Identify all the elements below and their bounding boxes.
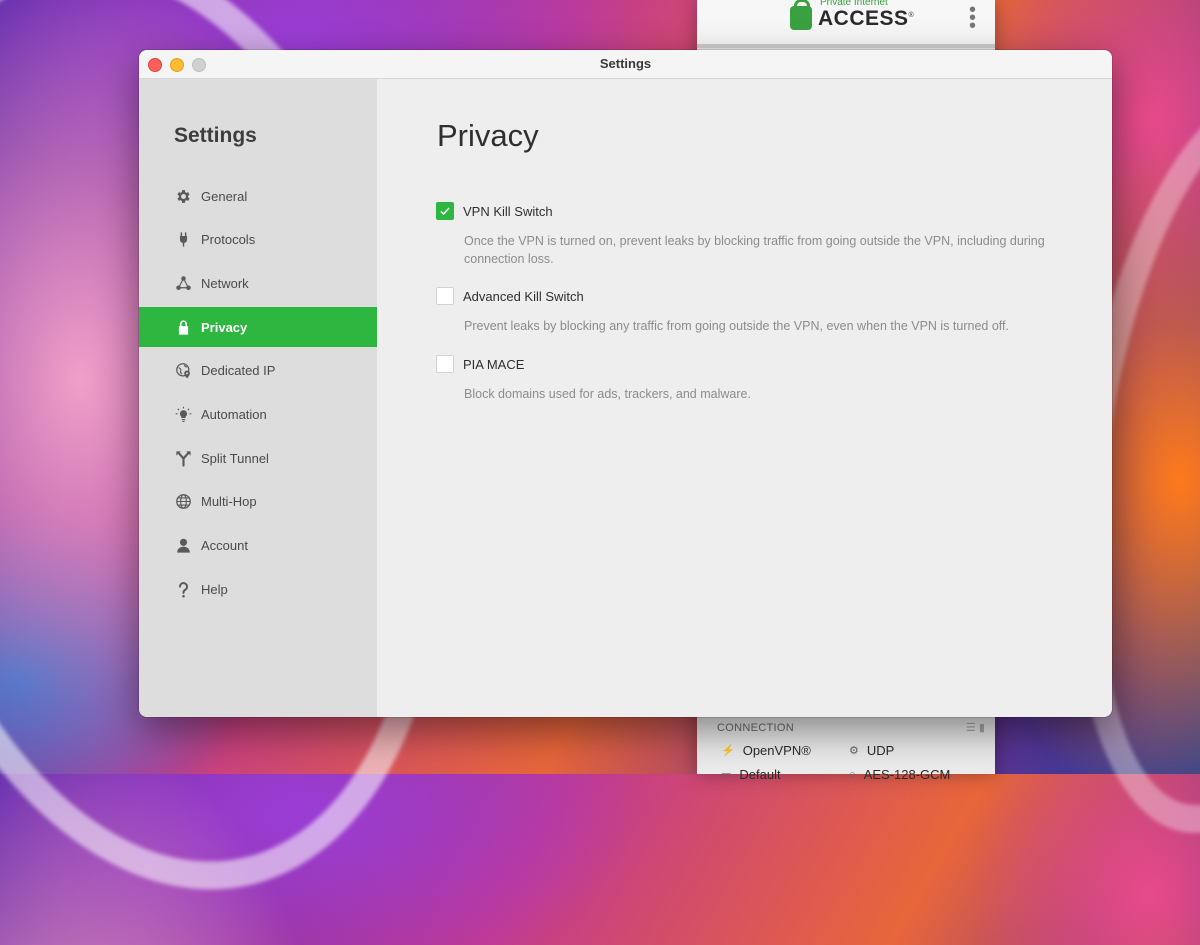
port-icon: ▭ bbox=[721, 769, 732, 781]
question-icon bbox=[174, 580, 192, 598]
more-vertical-icon[interactable]: • • • bbox=[969, 0, 976, 36]
sidebar-item-network[interactable]: Network bbox=[139, 263, 377, 303]
sidebar-item-label: Dedicated IP bbox=[201, 363, 276, 379]
sidebar-item-automation[interactable]: Automation bbox=[139, 394, 377, 434]
sidebar-item-dedicated-ip[interactable]: Dedicated IP bbox=[139, 351, 377, 391]
transport-row: ⚙ UDP bbox=[849, 743, 894, 758]
transport-value: UDP bbox=[866, 743, 895, 758]
vpn-kill-switch-label[interactable]: VPN Kill Switch bbox=[463, 204, 553, 219]
sidebar-item-label: Network bbox=[201, 275, 249, 291]
lock-icon bbox=[174, 318, 192, 336]
sidebar-item-label: Protocols bbox=[201, 232, 256, 248]
connection-label: CONNECTION bbox=[717, 722, 794, 734]
vpn-kill-switch-description: Once the VPN is turned on, prevent leaks… bbox=[464, 234, 1045, 266]
sidebar-item-split-tunnel[interactable]: Split Tunnel bbox=[139, 438, 377, 478]
person-icon bbox=[174, 537, 192, 555]
sidebar-item-label: Account bbox=[201, 538, 248, 553]
pia-mace-option: PIA MACE Block domains used for ads, tra… bbox=[436, 355, 1049, 403]
remap-row: ▭ Default bbox=[721, 767, 781, 782]
advanced-kill-switch-option: Advanced Kill Switch Prevent leaks by bl… bbox=[436, 287, 1049, 335]
privacy-panel: Privacy VPN Kill Switch Once the VPN is … bbox=[377, 79, 1112, 717]
plug-icon bbox=[174, 231, 192, 249]
encryption-row: ○ AES-128-GCM bbox=[849, 767, 950, 782]
sidebar-item-account[interactable]: Account bbox=[139, 526, 377, 566]
pia-app-header: Private Internet ACCESS® • • • bbox=[697, 0, 995, 48]
sidebar-item-privacy[interactable]: Privacy bbox=[139, 307, 377, 348]
pia-logo-big-text: ACCESS® bbox=[818, 7, 915, 30]
sidebar-item-label: Help bbox=[201, 581, 228, 597]
plug-icon: ⚡ bbox=[721, 745, 735, 757]
panel-controls-icon[interactable]: ☰ ▮ bbox=[966, 721, 985, 734]
sidebar-nav: General Protocols Network Privacy Dedica… bbox=[139, 176, 377, 613]
protocol-row: ⚡ OpenVPN® bbox=[721, 743, 811, 758]
pia-mace-checkbox[interactable] bbox=[436, 355, 454, 373]
title-bar: Settings bbox=[139, 50, 1112, 79]
sidebar-item-label: Split Tunnel bbox=[201, 450, 269, 466]
pia-mace-description: Block domains used for ads, trackers, an… bbox=[464, 387, 751, 401]
bulb-icon bbox=[174, 405, 192, 423]
settings-window: Settings Settings General Protocols Netw… bbox=[139, 50, 1112, 717]
sidebar-title: Settings bbox=[174, 124, 257, 147]
pia-connection-panel: CONNECTION ☰ ▮ ⚡ OpenVPN® ⚙ UDP ▭ Defaul… bbox=[697, 715, 995, 782]
vpn-kill-switch-option: VPN Kill Switch Once the VPN is turned o… bbox=[436, 202, 1049, 268]
close-window-button[interactable] bbox=[148, 58, 162, 72]
sidebar-item-help[interactable]: Help bbox=[139, 569, 377, 609]
window-title: Settings bbox=[599, 56, 652, 71]
sidebar-item-label: Privacy bbox=[201, 319, 248, 335]
globe-icon bbox=[174, 493, 192, 511]
advanced-kill-switch-checkbox[interactable] bbox=[436, 287, 454, 305]
encryption-value: AES-128-GCM bbox=[863, 767, 951, 782]
split-icon bbox=[174, 449, 192, 467]
advanced-kill-switch-description: Prevent leaks by blocking any traffic fr… bbox=[464, 319, 1009, 333]
sidebar-item-label: Multi-Hop bbox=[201, 494, 257, 510]
key-icon: ○ bbox=[849, 768, 856, 781]
pia-mace-label[interactable]: PIA MACE bbox=[463, 357, 524, 372]
protocol-value: OpenVPN® bbox=[742, 743, 811, 758]
checkmark-icon bbox=[440, 207, 450, 216]
globe-pin-icon bbox=[174, 362, 192, 380]
sidebar-item-general[interactable]: General bbox=[139, 176, 377, 216]
pia-logo: Private Internet ACCESS® bbox=[790, 0, 915, 30]
minimize-window-button[interactable] bbox=[170, 58, 184, 72]
advanced-kill-switch-label[interactable]: Advanced Kill Switch bbox=[463, 289, 584, 304]
sidebar-item-label: Automation bbox=[201, 406, 267, 422]
pia-lock-icon bbox=[790, 0, 812, 30]
transport-icon: ⚙ bbox=[849, 745, 859, 757]
gear-icon bbox=[174, 187, 192, 205]
network-icon bbox=[174, 274, 192, 292]
maximize-window-button[interactable] bbox=[192, 58, 206, 72]
settings-sidebar: Settings General Protocols Network Priva… bbox=[139, 79, 377, 717]
sidebar-item-multi-hop[interactable]: Multi-Hop bbox=[139, 482, 377, 522]
sidebar-item-protocols[interactable]: Protocols bbox=[139, 220, 377, 260]
vpn-kill-switch-checkbox[interactable] bbox=[436, 202, 454, 220]
page-title: Privacy bbox=[437, 118, 539, 153]
remap-value: Default bbox=[739, 767, 781, 782]
window-controls bbox=[148, 58, 206, 72]
sidebar-item-label: General bbox=[201, 188, 248, 204]
